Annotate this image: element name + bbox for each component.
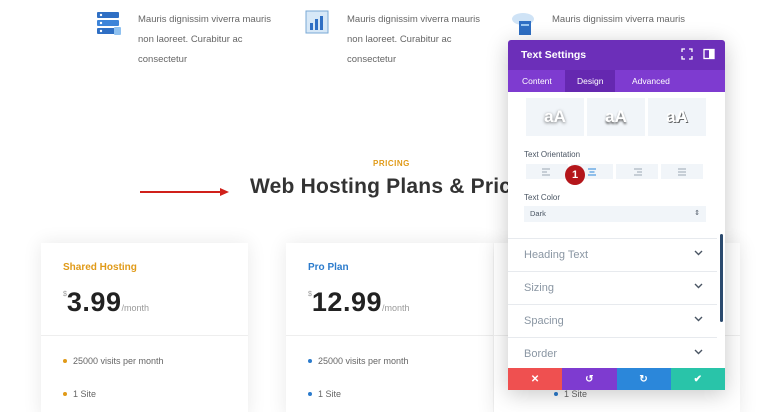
chevron-down-icon — [694, 314, 703, 324]
server-icon — [96, 10, 122, 36]
annotation-arrow-icon — [140, 188, 229, 196]
accordion-label: Heading Text — [524, 249, 589, 261]
price-period: /month — [121, 303, 149, 313]
modal-header: Text Settings — [508, 40, 725, 70]
modal-title: Text Settings — [521, 49, 587, 61]
list-item: 1 Site — [554, 389, 587, 399]
feature-item: Mauris dignissim viverra mauris non laor… — [305, 10, 497, 70]
tab-advanced[interactable]: Advanced — [620, 70, 682, 92]
modal-body: aA aA aA Text Orientation 1 Text Color D… — [508, 92, 725, 368]
list-item: 25000 visits per month — [63, 356, 164, 366]
undo-button[interactable]: ↺ — [562, 368, 617, 390]
align-right-icon[interactable] — [616, 164, 658, 179]
accordion-border[interactable]: Border — [508, 337, 717, 368]
text-color-value: Dark — [530, 209, 546, 218]
chart-icon — [305, 10, 331, 36]
text-shadow-preset[interactable]: aA — [587, 98, 645, 136]
plan-name: Pro Plan — [308, 262, 349, 273]
bullet-icon — [308, 359, 312, 363]
bullet-icon — [554, 392, 558, 396]
text-shadow-preset[interactable]: aA — [648, 98, 706, 136]
pricing-card: Pro Plan $12.99/month 25000 visits per m… — [286, 243, 493, 412]
redo-button[interactable]: ↻ — [616, 368, 671, 390]
divider — [41, 335, 248, 336]
list-item: 1 Site — [308, 389, 341, 399]
chevron-down-icon — [694, 248, 703, 258]
text-orientation-label: Text Orientation — [524, 150, 581, 159]
price-currency: $ — [308, 291, 312, 298]
cloud-server-icon — [510, 10, 536, 36]
text-settings-modal: Text Settings Content Design Advanced aA… — [508, 40, 725, 390]
bullet-icon — [63, 359, 67, 363]
cancel-button[interactable]: ✕ — [508, 368, 563, 390]
price-amount: 3.99 — [66, 287, 122, 317]
plan-price: $3.99/month — [63, 287, 149, 318]
pricing-card: Shared Hosting $3.99/month 25000 visits … — [41, 243, 248, 412]
plan-name: Shared Hosting — [63, 262, 137, 273]
accordion-sizing[interactable]: Sizing — [508, 271, 717, 304]
chevron-down-icon — [694, 281, 703, 291]
modal-footer: ✕ ↺ ↻ ✔ — [508, 368, 725, 390]
section-heading[interactable]: Web Hosting Plans & Pricing — [250, 175, 543, 199]
accordion-heading-text[interactable]: Heading Text — [508, 238, 717, 271]
chevron-down-icon — [694, 347, 703, 357]
feature-text: Mauris dignissim viverra mauris — [552, 14, 686, 25]
expand-icon[interactable] — [681, 48, 693, 60]
tab-design[interactable]: Design — [565, 70, 616, 92]
price-amount: 12.99 — [311, 287, 382, 317]
price-currency: $ — [63, 291, 67, 298]
feature-text: Mauris dignissim viverra mauris non laor… — [347, 14, 481, 65]
price-period: /month — [381, 303, 410, 313]
accordion-spacing[interactable]: Spacing — [508, 304, 717, 337]
accordion-label: Sizing — [524, 282, 554, 294]
bullet-icon — [308, 392, 312, 396]
tab-content[interactable]: Content — [510, 70, 564, 92]
accordion-label: Spacing — [524, 315, 564, 327]
accordion-label: Border — [524, 348, 558, 360]
select-arrows-icon: ⇕ — [694, 210, 700, 217]
feature-text: Mauris dignissim viverra mauris non laor… — [138, 14, 272, 65]
align-justify-icon[interactable] — [661, 164, 703, 179]
feature-item: Mauris dignissim viverra mauris — [510, 10, 702, 36]
list-item: 25000 visits per month — [308, 356, 409, 366]
scrollbar[interactable] — [720, 234, 723, 322]
text-shadow-presets: aA aA aA — [526, 98, 706, 136]
text-shadow-preset[interactable]: aA — [526, 98, 584, 136]
save-button[interactable]: ✔ — [670, 368, 725, 390]
plan-price: $12.99/month — [308, 287, 410, 318]
sidebar-toggle-icon[interactable] — [703, 48, 715, 60]
bullet-icon — [63, 392, 67, 396]
text-orientation-options — [526, 164, 703, 179]
feature-item: Mauris dignissim viverra mauris non laor… — [96, 10, 288, 70]
list-item: 1 Site — [63, 389, 96, 399]
step-marker: 1 — [565, 165, 585, 185]
align-left-icon[interactable] — [526, 164, 568, 179]
divider — [286, 335, 493, 336]
modal-tabs: Content Design Advanced — [508, 70, 725, 92]
text-color-select[interactable]: Dark ⇕ — [524, 206, 706, 222]
section-eyebrow: PRICING — [373, 159, 410, 168]
text-color-label: Text Color — [524, 193, 561, 202]
